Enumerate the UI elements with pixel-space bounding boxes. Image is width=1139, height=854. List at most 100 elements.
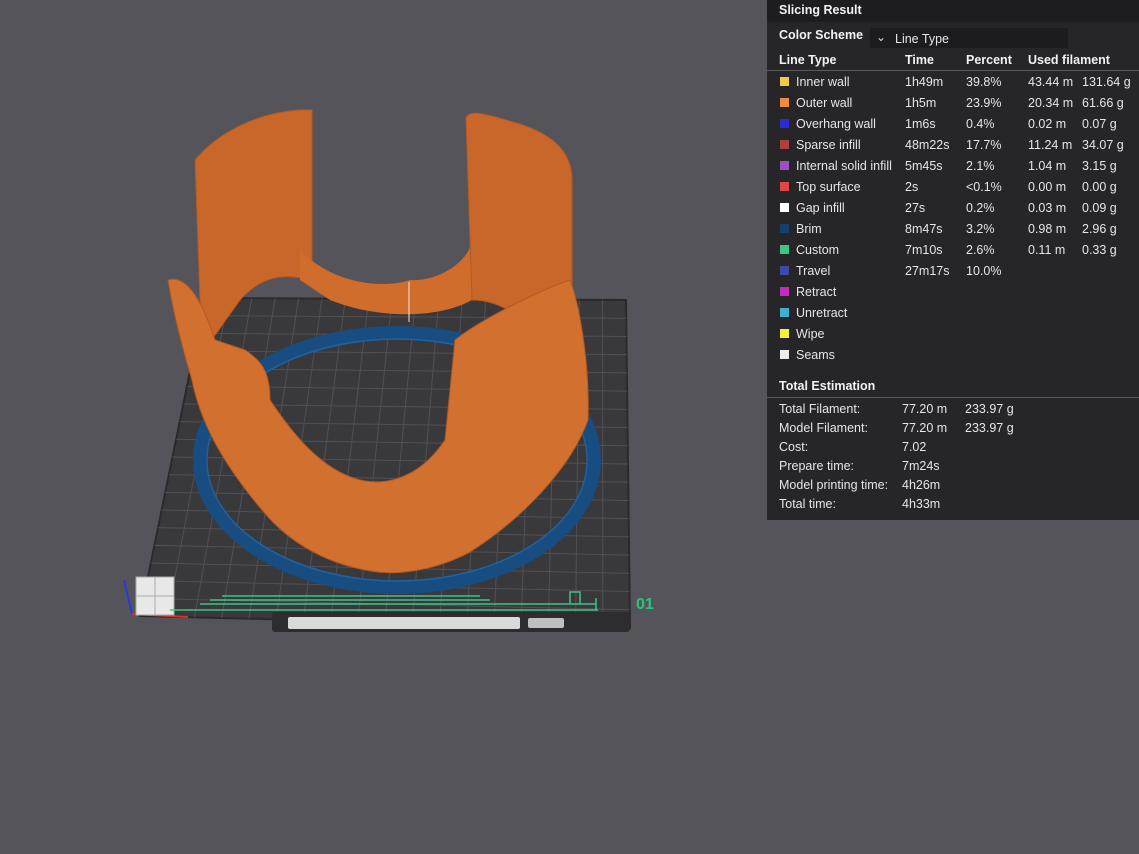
line-type-percent: 3.2% xyxy=(966,222,995,236)
slicing-result-panel: Slicing Result Color Scheme ⌄ Line Type … xyxy=(767,0,1139,520)
color-swatch-icon xyxy=(780,266,789,275)
line-type-length: 11.24 m xyxy=(1028,138,1073,152)
color-swatch-icon xyxy=(780,329,789,338)
line-type-row[interactable]: Overhang wall 1m6s 0.4% 0.02 m 0.07 g xyxy=(767,115,1139,136)
line-type-name: Top surface xyxy=(796,180,861,194)
line-type-length: 0.03 m xyxy=(1028,201,1067,215)
col-percent: Percent xyxy=(966,53,1012,67)
line-type-percent: 17.7% xyxy=(966,138,1002,152)
estimation-value: 77.20 m xyxy=(902,421,948,435)
line-type-weight: 3.15 g xyxy=(1082,159,1117,173)
estimation-value: 77.20 m xyxy=(902,402,948,416)
total-estimation-title: Total Estimation xyxy=(779,379,876,393)
line-type-name: Retract xyxy=(796,285,837,299)
line-type-weight: 0.07 g xyxy=(1082,117,1117,131)
line-type-name: Brim xyxy=(796,222,822,236)
estimation-value: 4h33m xyxy=(902,497,941,511)
line-type-percent: 0.2% xyxy=(966,201,995,215)
color-scheme-dropdown[interactable]: ⌄ Line Type xyxy=(870,28,1068,48)
line-type-time: 27m17s xyxy=(905,264,950,278)
line-type-percent: 10.0% xyxy=(966,264,1002,278)
line-type-row[interactable]: Wipe xyxy=(767,325,1139,346)
line-type-time: 1h49m xyxy=(905,75,944,89)
line-type-row[interactable]: Inner wall 1h49m 39.8% 43.44 m 131.64 g xyxy=(767,73,1139,94)
color-swatch-icon xyxy=(780,203,789,212)
line-type-percent: <0.1% xyxy=(966,180,1002,194)
estimation-value: 7m24s xyxy=(902,459,940,473)
color-swatch-icon xyxy=(780,77,789,86)
line-type-row[interactable]: Internal solid infill 5m45s 2.1% 1.04 m 3.15… xyxy=(767,157,1139,178)
line-type-percent: 2.1% xyxy=(966,159,995,173)
estimation-value-secondary: 233.97 g xyxy=(965,421,1014,435)
chevron-down-icon: ⌄ xyxy=(876,30,887,44)
line-type-name: Internal solid infill xyxy=(796,159,892,173)
line-type-row[interactable]: Seams xyxy=(767,346,1139,367)
panel-title: Slicing Result xyxy=(779,3,862,17)
line-type-length: 20.34 m xyxy=(1028,96,1074,110)
color-swatch-icon xyxy=(780,161,789,170)
line-type-name: Sparse infill xyxy=(796,138,861,152)
estimation-label: Cost: xyxy=(779,440,809,454)
line-type-length: 1.04 m xyxy=(1028,159,1067,173)
line-type-time: 7m10s xyxy=(905,243,943,257)
line-type-weight: 2.96 g xyxy=(1082,222,1117,236)
line-type-row[interactable]: Retract xyxy=(767,283,1139,304)
color-swatch-icon xyxy=(780,350,789,359)
line-type-weight: 0.00 g xyxy=(1082,180,1117,194)
line-type-weight: 0.33 g xyxy=(1082,243,1117,257)
line-type-percent: 23.9% xyxy=(966,96,1002,110)
estimation-divider xyxy=(767,397,1139,398)
estimation-value-secondary: 233.97 g xyxy=(965,402,1014,416)
line-type-row[interactable]: Outer wall 1h5m 23.9% 20.34 m 61.66 g xyxy=(767,94,1139,115)
line-type-length: 0.02 m xyxy=(1028,117,1067,131)
line-type-percent: 39.8% xyxy=(966,75,1002,89)
color-swatch-icon xyxy=(780,140,789,149)
line-type-row[interactable]: Unretract xyxy=(767,304,1139,325)
line-type-row[interactable]: Travel 27m17s 10.0% xyxy=(767,262,1139,283)
header-divider xyxy=(767,70,1139,71)
col-line-type: Line Type xyxy=(779,53,837,67)
line-type-time: 1h5m xyxy=(905,96,937,110)
line-type-name: Inner wall xyxy=(796,75,850,89)
line-type-row[interactable]: Gap infill 27s 0.2% 0.03 m 0.09 g xyxy=(767,199,1139,220)
line-type-name: Wipe xyxy=(796,327,825,341)
line-type-weight: 131.64 g xyxy=(1082,75,1131,89)
estimation-label: Model printing time: xyxy=(779,478,889,492)
panel-header: Slicing Result xyxy=(767,0,1139,22)
color-swatch-icon xyxy=(780,119,789,128)
estimation-label: Total time: xyxy=(779,497,836,511)
line-type-row[interactable]: Brim 8m47s 3.2% 0.98 m 2.96 g xyxy=(767,220,1139,241)
line-type-weight: 61.66 g xyxy=(1082,96,1124,110)
plate-icons xyxy=(528,618,564,628)
color-swatch-icon xyxy=(780,287,789,296)
line-type-name: Travel xyxy=(796,264,831,278)
line-type-weight: 34.07 g xyxy=(1082,138,1124,152)
line-type-length: 43.44 m xyxy=(1028,75,1074,89)
estimation-label: Model Filament: xyxy=(779,421,868,435)
estimation-value: 7.02 xyxy=(902,440,927,454)
line-type-name: Custom xyxy=(796,243,840,257)
line-type-percent: 0.4% xyxy=(966,117,995,131)
line-type-row[interactable]: Sparse infill 48m22s 17.7% 11.24 m 34.07 g xyxy=(767,136,1139,157)
line-type-name: Unretract xyxy=(796,306,848,320)
color-scheme-value: Line Type xyxy=(895,32,949,46)
line-type-time: 2s xyxy=(905,180,919,194)
color-swatch-icon xyxy=(780,182,789,191)
line-type-length: 0.98 m xyxy=(1028,222,1067,236)
line-type-row[interactable]: Top surface 2s <0.1% 0.00 m 0.00 g xyxy=(767,178,1139,199)
line-type-time: 48m22s xyxy=(905,138,950,152)
line-type-length: 0.11 m xyxy=(1028,243,1066,257)
estimation-value: 4h26m xyxy=(902,478,941,492)
line-type-length: 0.00 m xyxy=(1028,180,1067,194)
color-swatch-icon xyxy=(780,245,789,254)
line-type-name: Outer wall xyxy=(796,96,853,110)
line-type-time: 5m45s xyxy=(905,159,943,173)
col-used-filament: Used filament xyxy=(1028,53,1110,67)
plate-nameplate xyxy=(288,617,520,629)
color-scheme-label: Color Scheme xyxy=(779,28,864,42)
line-type-time: 27s xyxy=(905,201,926,215)
line-type-percent: 2.6% xyxy=(966,243,995,257)
estimation-label: Total Filament: xyxy=(779,402,861,416)
color-swatch-icon xyxy=(780,308,789,317)
line-type-row[interactable]: Custom 7m10s 2.6% 0.11 m 0.33 g xyxy=(767,241,1139,262)
